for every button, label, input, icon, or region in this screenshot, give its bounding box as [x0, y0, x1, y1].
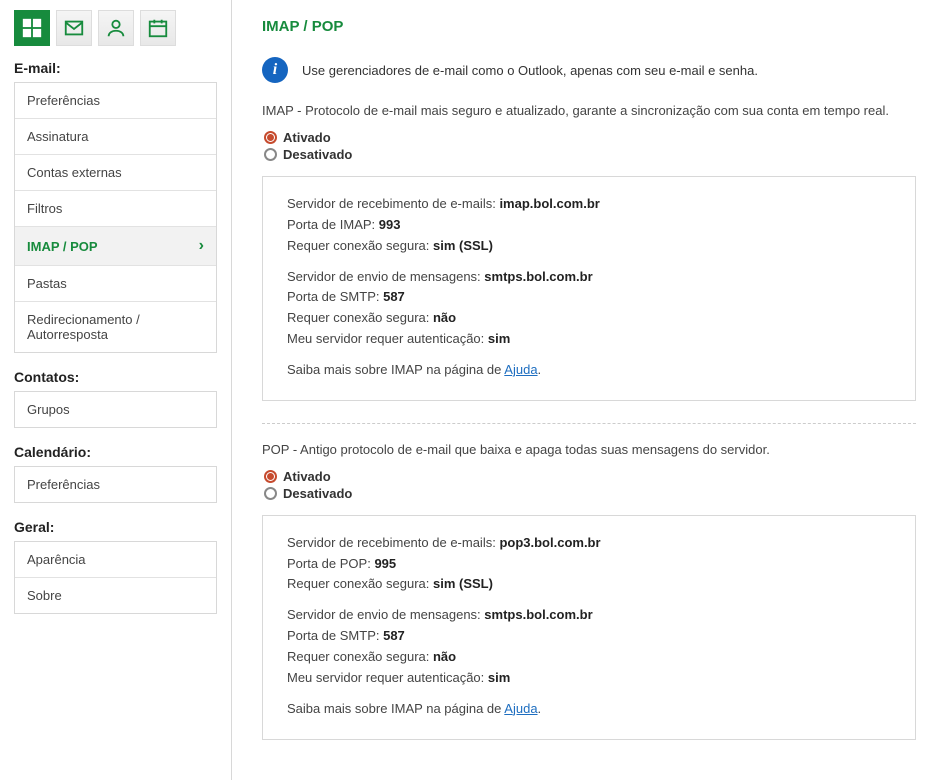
- main-content: IMAP / POP i Use gerenciadores de e-mail…: [232, 0, 938, 780]
- learn-more-text: Saiba mais sobre IMAP na página de: [287, 701, 504, 716]
- sidebar-item-label: IMAP / POP: [27, 239, 98, 254]
- value: não: [433, 649, 456, 664]
- help-link[interactable]: Ajuda: [504, 701, 537, 716]
- sidebar-item-label: Grupos: [27, 402, 70, 417]
- label: Porta de POP:: [287, 556, 374, 571]
- radio-label: Desativado: [283, 147, 352, 162]
- radio-icon: [264, 148, 277, 161]
- sidebar-item-label: Sobre: [27, 588, 62, 603]
- sidebar-item-label: Contas externas: [27, 165, 122, 180]
- value: 587: [383, 628, 405, 643]
- nav-mail-icon[interactable]: [56, 10, 92, 46]
- pop-description: POP - Antigo protocolo de e-mail que bai…: [262, 442, 916, 457]
- label: Servidor de envio de mensagens:: [287, 607, 484, 622]
- sidebar-item-aparencia[interactable]: Aparência: [15, 542, 216, 578]
- pop-radio-ativado[interactable]: Ativado: [264, 469, 916, 484]
- sidebar-item-contas-externas[interactable]: Contas externas: [15, 155, 216, 191]
- value: smtps.bol.com.br: [484, 607, 592, 622]
- sidebar-item-imap-pop[interactable]: IMAP / POP ›: [15, 227, 216, 266]
- label: Requer conexão segura:: [287, 238, 433, 253]
- sidebar-item-preferencias[interactable]: Preferências: [15, 83, 216, 119]
- imap-radio-desativado[interactable]: Desativado: [264, 147, 916, 162]
- top-nav: [14, 10, 217, 46]
- divider: [262, 423, 916, 424]
- help-link[interactable]: Ajuda: [504, 362, 537, 377]
- value: sim: [488, 670, 510, 685]
- sidebar-item-label: Redirecionamento / Autorresposta: [27, 312, 204, 342]
- radio-label: Ativado: [283, 130, 331, 145]
- pop-radio-group: Ativado Desativado: [262, 469, 916, 501]
- radio-icon: [264, 131, 277, 144]
- imap-radio-group: Ativado Desativado: [262, 130, 916, 162]
- nav-apps-icon[interactable]: [14, 10, 50, 46]
- nav-calendar-icon[interactable]: [140, 10, 176, 46]
- pop-radio-desativado[interactable]: Desativado: [264, 486, 916, 501]
- radio-icon: [264, 487, 277, 500]
- sidebar-item-cal-preferencias[interactable]: Preferências: [15, 467, 216, 502]
- value: pop3.bol.com.br: [499, 535, 600, 550]
- section-calendar-title: Calendário:: [14, 444, 217, 460]
- label: Servidor de recebimento de e-mails:: [287, 535, 499, 550]
- menu-contacts: Grupos: [14, 391, 217, 428]
- sidebar-item-label: Preferências: [27, 93, 100, 108]
- chevron-right-icon: ›: [199, 237, 204, 255]
- nav-contacts-icon[interactable]: [98, 10, 134, 46]
- label: Porta de SMTP:: [287, 289, 383, 304]
- label: Requer conexão segura:: [287, 649, 433, 664]
- sidebar-item-filtros[interactable]: Filtros: [15, 191, 216, 227]
- label: Requer conexão segura:: [287, 576, 433, 591]
- label: Servidor de recebimento de e-mails:: [287, 196, 499, 211]
- radio-label: Ativado: [283, 469, 331, 484]
- section-email-title: E-mail:: [14, 60, 217, 76]
- sidebar: E-mail: Preferências Assinatura Contas e…: [0, 0, 232, 780]
- value: não: [433, 310, 456, 325]
- sidebar-item-label: Preferências: [27, 477, 100, 492]
- sidebar-item-grupos[interactable]: Grupos: [15, 392, 216, 427]
- info-banner: i Use gerenciadores de e-mail como o Out…: [262, 57, 916, 83]
- value: sim: [488, 331, 510, 346]
- sidebar-item-assinatura[interactable]: Assinatura: [15, 119, 216, 155]
- value: 993: [379, 217, 401, 232]
- value: 995: [374, 556, 396, 571]
- info-icon: i: [262, 57, 288, 83]
- radio-icon: [264, 470, 277, 483]
- radio-label: Desativado: [283, 486, 352, 501]
- label: Porta de IMAP:: [287, 217, 379, 232]
- label: Requer conexão segura:: [287, 310, 433, 325]
- section-contacts-title: Contatos:: [14, 369, 217, 385]
- menu-email: Preferências Assinatura Contas externas …: [14, 82, 217, 353]
- label: Meu servidor requer autenticação:: [287, 670, 488, 685]
- info-text: Use gerenciadores de e-mail como o Outlo…: [302, 63, 758, 78]
- value: smtps.bol.com.br: [484, 269, 592, 284]
- sidebar-item-label: Assinatura: [27, 129, 88, 144]
- sidebar-item-label: Aparência: [27, 552, 86, 567]
- sidebar-item-label: Pastas: [27, 276, 67, 291]
- imap-description: IMAP - Protocolo de e-mail mais seguro e…: [262, 103, 916, 118]
- imap-server-box: Servidor de recebimento de e-mails: imap…: [262, 176, 916, 401]
- value: 587: [383, 289, 405, 304]
- learn-more-text: Saiba mais sobre IMAP na página de: [287, 362, 504, 377]
- sidebar-item-pastas[interactable]: Pastas: [15, 266, 216, 302]
- sidebar-item-redirecionamento[interactable]: Redirecionamento / Autorresposta: [15, 302, 216, 352]
- sidebar-item-label: Filtros: [27, 201, 62, 216]
- sidebar-item-sobre[interactable]: Sobre: [15, 578, 216, 613]
- menu-general: Aparência Sobre: [14, 541, 217, 614]
- imap-radio-ativado[interactable]: Ativado: [264, 130, 916, 145]
- value: imap.bol.com.br: [499, 196, 599, 211]
- menu-calendar: Preferências: [14, 466, 217, 503]
- label: Servidor de envio de mensagens:: [287, 269, 484, 284]
- label: Meu servidor requer autenticação:: [287, 331, 488, 346]
- value: sim (SSL): [433, 576, 493, 591]
- label: Porta de SMTP:: [287, 628, 383, 643]
- section-general-title: Geral:: [14, 519, 217, 535]
- pop-server-box: Servidor de recebimento de e-mails: pop3…: [262, 515, 916, 740]
- value: sim (SSL): [433, 238, 493, 253]
- page-title: IMAP / POP: [262, 18, 916, 35]
